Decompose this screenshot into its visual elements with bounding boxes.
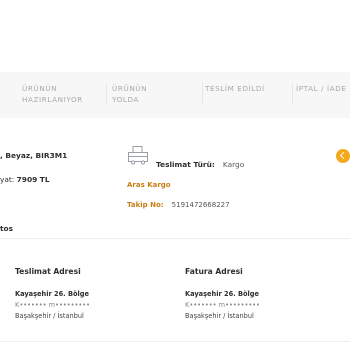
order-status-icon[interactable]: [336, 149, 350, 163]
billing-address-title: Fatura Adresi: [185, 267, 243, 276]
tab-delivered[interactable]: TESLİM EDİLDİ: [202, 83, 265, 105]
delivery-type: Teslimat Türü: Kargo: [156, 160, 245, 169]
tracking-number[interactable]: Takip No: 5191472668227: [127, 192, 230, 211]
delivery-address-title: Teslimat Adresi: [15, 267, 81, 276]
delivery-address: Kayaşehir 26. Bölge K••••••• m••••••••• …: [15, 290, 91, 320]
bottom-divider: [0, 341, 350, 342]
tab-in-transit[interactable]: ÜRÜNÜN YOLDA: [106, 83, 147, 105]
order-status-tabs: ÜRÜNÜN HAZIRLANIYOR ÜRÜNÜN YOLDA TESLİM …: [0, 72, 350, 118]
billing-address: Kayaşehir 26. Bölge K••••••• m••••••••• …: [185, 290, 261, 320]
product-name: , Beyaz, BIR3M1: [0, 151, 68, 160]
price-value: 7909 TL: [16, 175, 50, 184]
section-heading: tos: [0, 224, 14, 233]
tab-separator: [106, 83, 107, 105]
carrier-name: Aras Kargo: [127, 181, 171, 189]
delivery-truck-icon: [127, 145, 149, 165]
tab-preparing[interactable]: ÜRÜNÜN HAZIRLANIYOR: [22, 83, 83, 105]
tab-cancel-return[interactable]: İPTAL / İADE: [292, 83, 347, 105]
product-price: yat: 7909 TL: [0, 175, 50, 184]
tab-separator: [292, 83, 293, 105]
section-divider: [0, 238, 350, 239]
tab-separator: [202, 83, 203, 105]
